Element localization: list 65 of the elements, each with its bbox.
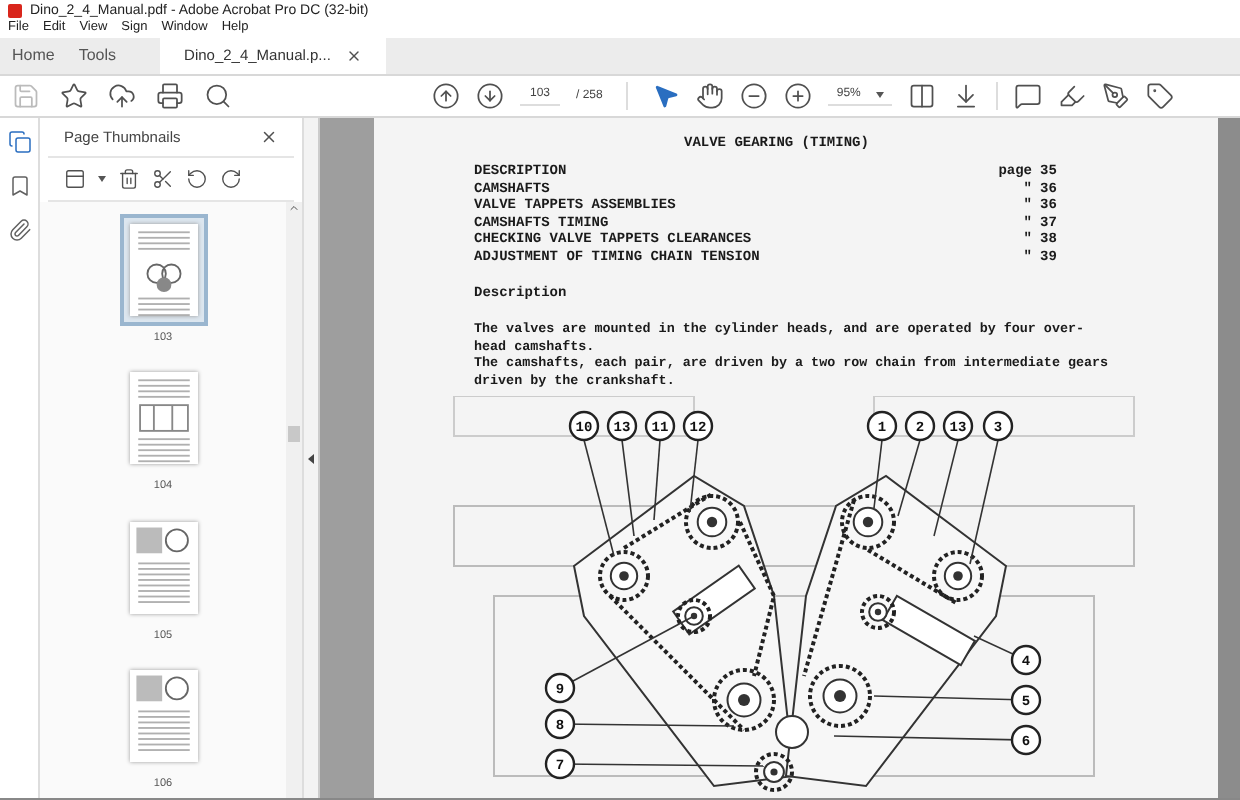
callout-circle — [606, 410, 638, 442]
rotate-right-icon[interactable] — [220, 168, 242, 190]
tab[interactable]: Home — [0, 38, 67, 74]
caret-icon[interactable] — [98, 176, 106, 182]
sprocket — [808, 664, 872, 728]
search-icon[interactable] — [204, 82, 232, 110]
zoom-in-icon[interactable] — [784, 82, 813, 110]
scissors-icon[interactable] — [152, 168, 174, 190]
app-icon — [8, 3, 22, 17]
callout-circle — [544, 672, 576, 704]
tag-icon[interactable] — [1146, 82, 1175, 110]
shaft-hole — [775, 715, 809, 749]
callout-circle — [982, 410, 1014, 442]
callout-circle — [866, 410, 898, 442]
leader-line — [621, 439, 635, 537]
callout-circle — [568, 410, 600, 442]
callout-circle — [904, 410, 936, 442]
scrollbar-thumb[interactable] — [288, 426, 300, 442]
caret-icon[interactable] — [876, 92, 885, 98]
trash-icon[interactable] — [118, 168, 140, 190]
hand-icon[interactable] — [696, 82, 725, 110]
callout-circle — [1010, 724, 1042, 756]
layout-icon[interactable] — [64, 168, 86, 190]
leader-line — [873, 439, 883, 509]
sprocket — [684, 494, 740, 550]
print-icon[interactable] — [156, 82, 184, 110]
callout-circle — [942, 410, 974, 442]
sprocket — [712, 668, 776, 732]
highlighter-icon[interactable] — [1058, 82, 1087, 110]
zoom-out-icon[interactable] — [740, 82, 769, 110]
comment-icon[interactable] — [1014, 82, 1043, 110]
tab[interactable]: Tools — [66, 38, 129, 74]
page-thumbnail[interactable] — [119, 214, 207, 326]
close-icon[interactable] — [260, 128, 278, 146]
leader-line — [583, 439, 615, 557]
callout-circle — [682, 410, 714, 442]
sprocket — [676, 598, 712, 634]
leader-line — [897, 439, 921, 517]
leader-line — [653, 439, 661, 521]
scrollbar[interactable] — [286, 202, 302, 798]
collapse-arrow-icon[interactable] — [308, 453, 314, 463]
rotate-left-icon[interactable] — [186, 168, 208, 190]
bookmark-icon[interactable] — [7, 174, 31, 198]
callout-circle — [544, 708, 576, 740]
callout-circle — [544, 748, 576, 780]
sprocket — [598, 550, 650, 602]
star-icon[interactable] — [60, 82, 88, 110]
cloud-upload-icon[interactable] — [108, 82, 136, 110]
pen-nib-icon[interactable] — [1102, 82, 1131, 110]
leader-line — [969, 439, 999, 565]
sprocket — [932, 550, 984, 602]
callout-circle — [1010, 644, 1042, 676]
leader-line — [933, 439, 959, 537]
close-icon[interactable] — [346, 48, 363, 64]
columns-icon[interactable] — [908, 82, 937, 110]
pages-icon[interactable] — [7, 130, 31, 154]
leader-line — [689, 439, 699, 513]
sprocket — [840, 494, 896, 550]
pointer-icon[interactable] — [652, 82, 681, 110]
down-to-line-icon[interactable] — [952, 82, 981, 110]
paperclip-icon[interactable] — [7, 218, 31, 242]
callout-circle — [1010, 684, 1042, 716]
sprocket — [860, 594, 896, 630]
callout-circle — [644, 410, 676, 442]
sprocket — [754, 752, 794, 792]
